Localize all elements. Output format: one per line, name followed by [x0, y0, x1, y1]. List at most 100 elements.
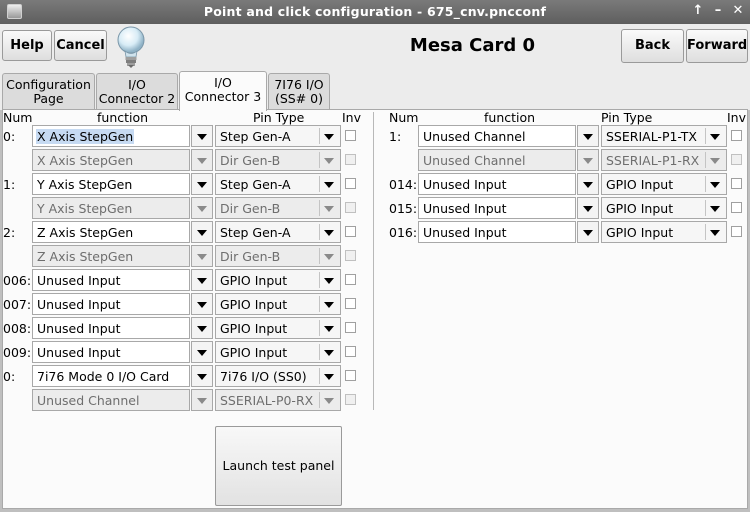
pin-type-select[interactable]: GPIO Input: [601, 221, 727, 243]
header-inv: Inv: [342, 110, 362, 125]
function-value: Unused Input: [423, 201, 507, 216]
invert-checkbox[interactable]: [345, 346, 356, 357]
minimize-icon[interactable]: –: [710, 3, 726, 19]
pin-type-value: GPIO Input: [606, 177, 674, 192]
function-dropdown-button[interactable]: [577, 173, 599, 195]
chevron-down-icon: [710, 158, 720, 164]
function-dropdown-button[interactable]: [191, 341, 213, 363]
pin-type-select[interactable]: GPIO Input: [215, 317, 341, 339]
pin-type-value: Step Gen-A: [220, 177, 291, 192]
invert-checkbox[interactable]: [345, 298, 356, 309]
forward-button[interactable]: Forward: [686, 29, 748, 63]
chevron-down-icon: [583, 206, 593, 212]
pin-type-value: SSERIAL-P0-RX: [220, 393, 314, 408]
chevron-down-icon: [710, 182, 720, 188]
function-entry: Unused Channel: [32, 389, 190, 411]
function-dropdown-button[interactable]: [577, 197, 599, 219]
function-value: Y Axis StepGen: [37, 201, 133, 216]
select-separator: [319, 176, 320, 192]
pin-type-value: GPIO Input: [220, 297, 288, 312]
pin-type-select[interactable]: SSERIAL-P1-TX: [601, 125, 727, 147]
function-entry[interactable]: Unused Input: [32, 293, 190, 315]
function-dropdown-button: [191, 389, 213, 411]
tab-io-connector-3[interactable]: I/O Connector 3: [179, 71, 267, 111]
invert-checkbox[interactable]: [345, 178, 356, 189]
tab-configuration-page[interactable]: Configuration Page: [2, 73, 95, 110]
pin-type-select[interactable]: GPIO Input: [215, 293, 341, 315]
invert-checkbox: [345, 394, 356, 405]
function-entry[interactable]: Unused Input: [32, 341, 190, 363]
pin-type-select: Dir Gen-B: [215, 149, 341, 171]
chevron-down-icon: [583, 134, 593, 140]
function-entry[interactable]: Unused Input: [418, 173, 576, 195]
function-dropdown-button[interactable]: [577, 125, 599, 147]
pin-type-value: Dir Gen-B: [220, 201, 281, 216]
pin-type-select[interactable]: Step Gen-A: [215, 125, 341, 147]
pin-type-select[interactable]: GPIO Input: [601, 173, 727, 195]
invert-checkbox: [345, 250, 356, 261]
pin-type-select[interactable]: GPIO Input: [601, 197, 727, 219]
function-entry[interactable]: Unused Input: [418, 197, 576, 219]
header-pin-type: Pin Type: [253, 110, 305, 125]
invert-checkbox[interactable]: [345, 322, 356, 333]
invert-checkbox[interactable]: [345, 274, 356, 285]
chevron-down-icon: [324, 398, 334, 404]
pin-type-select: Dir Gen-B: [215, 245, 341, 267]
pin-type-select[interactable]: Step Gen-A: [215, 221, 341, 243]
select-separator: [319, 272, 320, 288]
function-value: X Axis StepGen: [37, 153, 134, 168]
cancel-button[interactable]: Cancel: [54, 30, 107, 61]
chevron-down-icon: [197, 374, 207, 380]
invert-checkbox[interactable]: [731, 226, 742, 237]
function-entry[interactable]: Z Axis StepGen: [32, 221, 190, 243]
tab-io-connector-2[interactable]: I/O Connector 2: [96, 73, 178, 110]
function-entry[interactable]: Unused Input: [418, 221, 576, 243]
help-button[interactable]: Help: [2, 30, 52, 61]
function-entry[interactable]: 7i76 Mode 0 I/O Card: [32, 365, 190, 387]
select-separator: [705, 128, 706, 144]
function-entry[interactable]: Y Axis StepGen: [32, 173, 190, 195]
function-value: 7i76 Mode 0 I/O Card: [37, 369, 170, 384]
tab-7i76-io[interactable]: 7I76 I/O (SS# 0): [268, 73, 330, 110]
function-dropdown-button[interactable]: [191, 365, 213, 387]
close-icon[interactable]: ✕: [730, 3, 746, 19]
tab-label: Connector 2: [98, 91, 176, 106]
invert-checkbox[interactable]: [731, 178, 742, 189]
window-title: Point and click configuration - 675_cnv.…: [203, 4, 547, 19]
function-value: Unused Input: [423, 177, 507, 192]
maximize-up-icon[interactable]: ↑: [690, 3, 706, 19]
function-entry[interactable]: Unused Input: [32, 317, 190, 339]
pin-type-select[interactable]: Step Gen-A: [215, 173, 341, 195]
header-num: Num: [389, 110, 419, 125]
invert-checkbox[interactable]: [345, 226, 356, 237]
chevron-down-icon: [710, 206, 720, 212]
pin-type-select[interactable]: GPIO Input: [215, 269, 341, 291]
function-dropdown-button[interactable]: [191, 317, 213, 339]
function-dropdown-button[interactable]: [191, 173, 213, 195]
chevron-down-icon: [197, 398, 207, 404]
function-dropdown-button[interactable]: [191, 125, 213, 147]
function-dropdown-button[interactable]: [191, 293, 213, 315]
function-dropdown-button[interactable]: [577, 221, 599, 243]
pin-type-select[interactable]: 7i76 I/O (SS0): [215, 365, 341, 387]
invert-checkbox[interactable]: [731, 130, 742, 141]
launch-test-panel-button[interactable]: Launch test panel: [215, 426, 342, 506]
function-value: Unused Input: [37, 345, 121, 360]
invert-checkbox[interactable]: [731, 202, 742, 213]
invert-checkbox[interactable]: [345, 130, 356, 141]
back-button[interactable]: Back: [621, 29, 684, 63]
function-entry[interactable]: Unused Input: [32, 269, 190, 291]
chevron-down-icon: [197, 326, 207, 332]
function-entry[interactable]: X Axis StepGen: [32, 125, 190, 147]
pin-type-select[interactable]: GPIO Input: [215, 341, 341, 363]
chevron-down-icon: [583, 230, 593, 236]
lightbulb-icon: [117, 26, 145, 68]
select-separator: [319, 320, 320, 336]
function-dropdown-button[interactable]: [191, 221, 213, 243]
function-dropdown-button: [577, 149, 599, 171]
tab-label: I/O: [214, 75, 232, 90]
function-dropdown-button[interactable]: [191, 269, 213, 291]
invert-checkbox[interactable]: [345, 370, 356, 381]
function-entry[interactable]: Unused Channel: [418, 125, 576, 147]
function-value: Unused Input: [37, 273, 121, 288]
